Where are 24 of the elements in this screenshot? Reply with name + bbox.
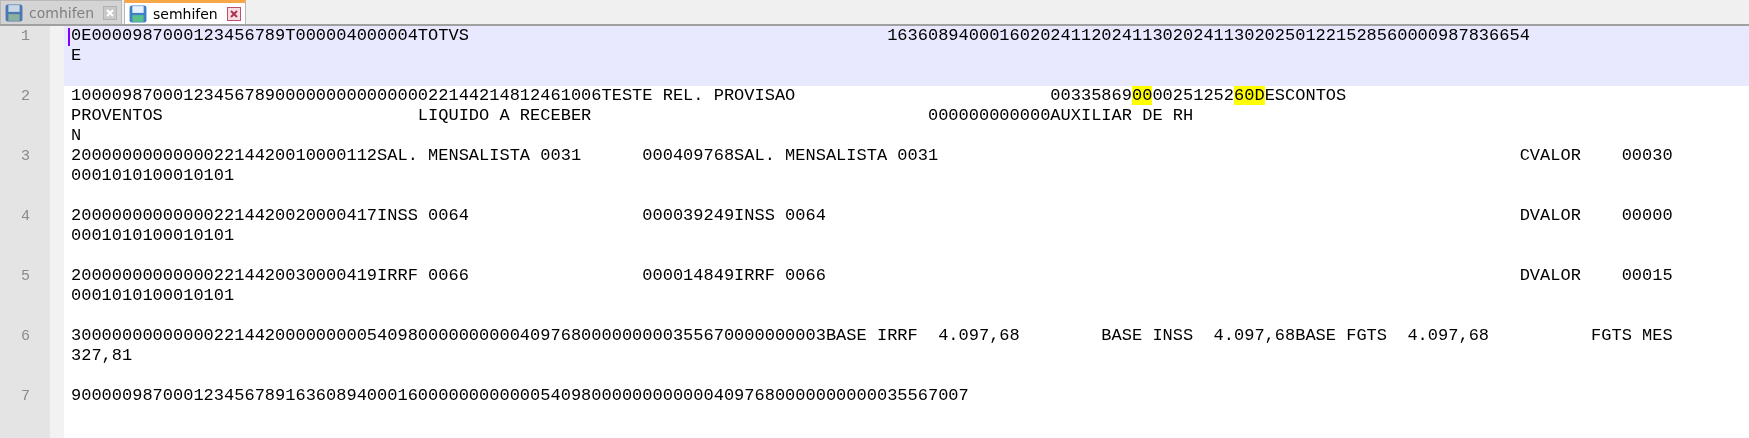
code-line: PROVENTOS LIQUIDO A RECEBER 000000000000AUXILIAR DE RH bbox=[71, 106, 1194, 126]
line-number: 7 bbox=[21, 387, 30, 407]
code-line: 200000000000002214420030000419IRRF 0066 000014849IRRF 0066 DVALOR 00015 bbox=[71, 266, 1673, 286]
code-line: 9000009870001234567891636089400016000000000000540980000000000004097680000000000035567007 bbox=[71, 386, 969, 406]
code-line: 1000098700012345678900000000000000022144214812461006TESTE REL. PROVISAO 00335869000025125260DESCONTOS bbox=[71, 86, 1347, 106]
code-line: N bbox=[71, 126, 82, 146]
text-caret bbox=[68, 28, 70, 46]
code-line: 200000000000002214420010000112SAL. MENSALISTA 0031 000409768SAL. MENSALISTA 0031 CVALOR 00030 bbox=[71, 146, 1673, 166]
code-line: 0001010100010101 bbox=[71, 166, 235, 186]
close-icon[interactable] bbox=[227, 6, 241, 21]
line-number: 5 bbox=[21, 267, 30, 287]
code-line: 0001010100010101 bbox=[71, 286, 235, 306]
code-line: 30000000000000221442000000000540980000000000409768000000000355670000000003BASE IRRF 4.097,68 BASE INSS 4.097,68BASE FGTS 4.097,68 FGTS MES bbox=[71, 326, 1673, 346]
code-line: 0E0000987000123456789T000004000004TOTVS 163608940001602024112024113020241130202501221528560000987836654 bbox=[71, 26, 1530, 46]
line-number: 4 bbox=[21, 207, 30, 227]
line-number: 3 bbox=[21, 147, 30, 167]
code-line: 0001010100010101 bbox=[71, 226, 235, 246]
line-number: 6 bbox=[21, 327, 30, 347]
code-line: 200000000000002214420020000417INSS 0064 000039249INSS 0064 DVALOR 00000 bbox=[71, 206, 1673, 226]
line-number: 1 bbox=[21, 27, 30, 47]
file-tab[interactable]: semhifen bbox=[124, 0, 246, 24]
code-line: 327,81 bbox=[71, 346, 133, 366]
code-line: E bbox=[71, 46, 82, 66]
line-number: 2 bbox=[21, 87, 30, 107]
